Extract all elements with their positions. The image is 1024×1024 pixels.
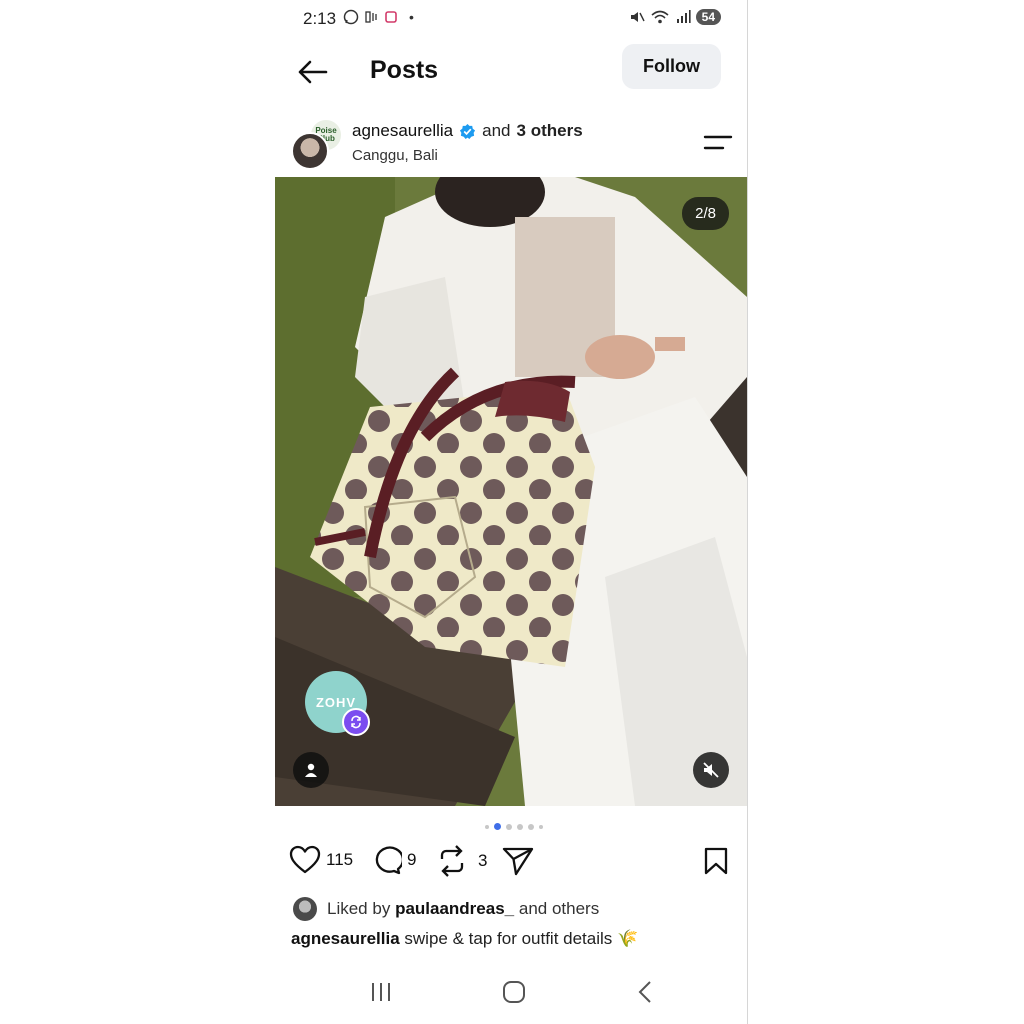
recents-button[interactable] bbox=[370, 980, 392, 1009]
share-button[interactable] bbox=[501, 845, 535, 877]
whatsapp-icon bbox=[343, 9, 359, 25]
system-nav-bar bbox=[275, 972, 747, 1012]
carousel-dot bbox=[517, 823, 523, 830]
back-icon bbox=[638, 981, 651, 1003]
mute-button[interactable] bbox=[693, 752, 729, 788]
heart-icon bbox=[289, 845, 321, 874]
status-time: 2:13 bbox=[303, 9, 337, 28]
like-count: 115 bbox=[326, 850, 354, 869]
action-bar: 115 9 3 bbox=[289, 845, 739, 881]
carousel-dot bbox=[539, 824, 543, 829]
back-arrow-icon bbox=[298, 60, 328, 84]
repost-button[interactable]: 3 bbox=[437, 845, 487, 877]
back-button[interactable] bbox=[295, 56, 331, 88]
screen-edge-divider bbox=[747, 0, 748, 1024]
person-tag-icon bbox=[305, 763, 317, 777]
verified-icon bbox=[460, 123, 476, 139]
system-icons: 54 bbox=[629, 9, 721, 25]
post-image[interactable]: 2/8 ZOHV bbox=[275, 177, 747, 806]
tagged-people-button[interactable] bbox=[293, 752, 329, 788]
post-username[interactable]: agnesaurellia bbox=[352, 121, 453, 141]
page-title: Posts bbox=[370, 56, 439, 84]
repost-icon bbox=[440, 845, 464, 877]
notification-dot: • bbox=[409, 9, 414, 25]
phone-screen: 2:13 • 54 Posts Follow Poise Club agnesa… bbox=[275, 0, 747, 1024]
sync-badge[interactable] bbox=[342, 708, 370, 736]
wifi-icon bbox=[651, 10, 669, 24]
coauthor-prefix: and bbox=[482, 121, 511, 140]
share-icon bbox=[502, 847, 534, 876]
liker-avatar bbox=[293, 897, 317, 921]
liked-by-prefix: Liked by bbox=[327, 899, 391, 918]
image-counter: 2/8 bbox=[682, 197, 729, 230]
post-caption: agnesaurellia swipe & tap for outfit det… bbox=[291, 929, 638, 949]
liked-by-suffix: and others bbox=[518, 899, 600, 918]
carousel-dot bbox=[528, 823, 534, 830]
mute-status-icon bbox=[630, 12, 645, 22]
comment-button[interactable]: 9 bbox=[370, 845, 416, 875]
post-menu-button[interactable] bbox=[703, 132, 733, 154]
cell-signal-icon bbox=[676, 10, 691, 23]
notification-icons: • bbox=[343, 9, 414, 25]
signal-app-icon bbox=[365, 11, 377, 23]
caption-username[interactable]: agnesaurellia bbox=[291, 929, 400, 948]
home-icon bbox=[503, 981, 525, 1003]
comment-icon bbox=[375, 846, 402, 875]
menu-icon bbox=[703, 135, 733, 150]
sync-icon bbox=[351, 715, 361, 729]
like-button[interactable]: 115 bbox=[289, 845, 353, 875]
carousel-dot-active bbox=[494, 823, 501, 830]
recents-icon bbox=[372, 983, 390, 1001]
coauthor-count[interactable]: 3 others bbox=[517, 121, 583, 141]
repost-count: 3 bbox=[478, 851, 488, 870]
carousel-indicator bbox=[485, 823, 543, 830]
avatar-stack[interactable]: Poise Club bbox=[289, 118, 345, 170]
liked-by-line[interactable]: Liked by paulaandreas_ and others bbox=[293, 897, 599, 921]
caption-text: swipe & tap for outfit details 🌾 bbox=[404, 929, 639, 948]
battery-indicator: 54 bbox=[695, 9, 721, 25]
carousel-dot bbox=[506, 823, 512, 830]
comment-count: 9 bbox=[407, 850, 417, 869]
status-bar: 2:13 • 54 bbox=[275, 0, 747, 38]
app-cube-icon bbox=[385, 11, 397, 23]
post-author-line: agnesaurellia and 3 others bbox=[352, 121, 583, 141]
bookmark-icon bbox=[704, 847, 728, 875]
author-avatar[interactable] bbox=[291, 132, 329, 170]
home-button[interactable] bbox=[502, 980, 526, 1009]
follow-button[interactable]: Follow bbox=[622, 44, 721, 89]
save-button[interactable] bbox=[702, 846, 730, 881]
post-location[interactable]: Canggu, Bali bbox=[352, 147, 438, 164]
nav-back-button[interactable] bbox=[636, 980, 654, 1009]
liked-by-user[interactable]: paulaandreas_ bbox=[395, 899, 514, 918]
mute-icon bbox=[703, 762, 719, 778]
carousel-dot bbox=[485, 824, 489, 829]
